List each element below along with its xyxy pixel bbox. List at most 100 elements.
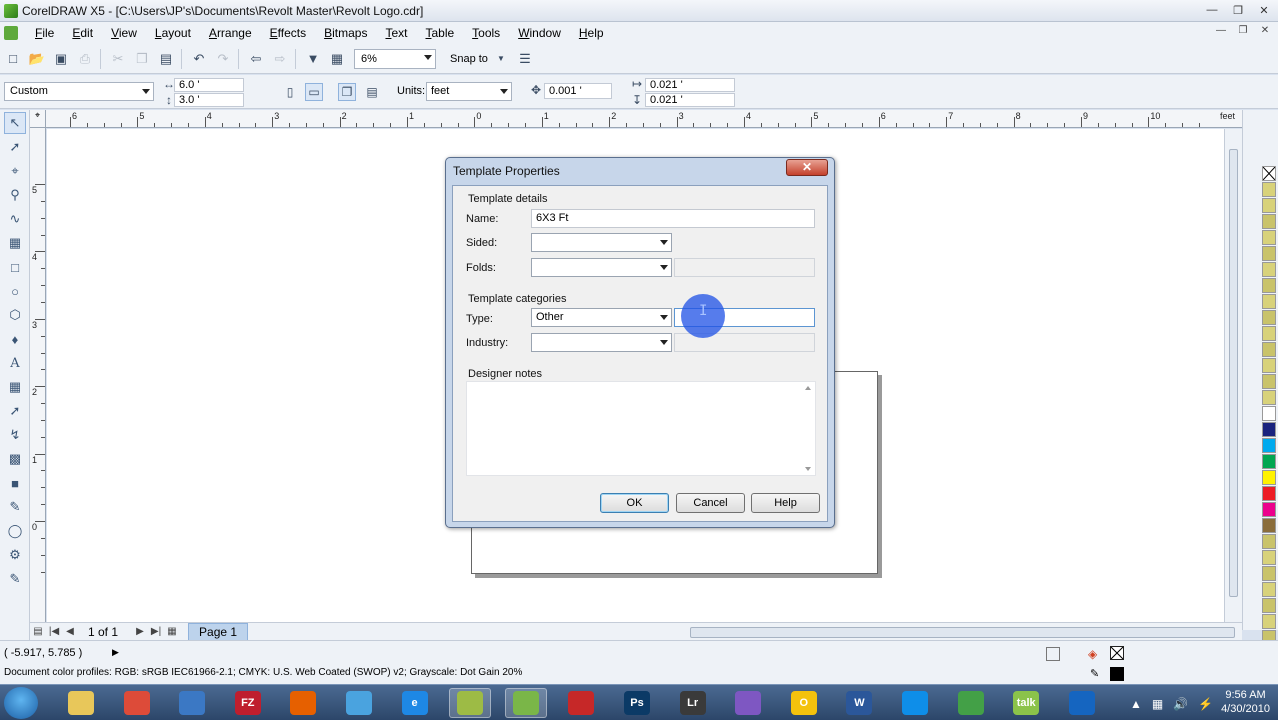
color-profiles-status[interactable]: Document color profiles: RGB: sRGB IEC61… (4, 667, 522, 678)
open-icon[interactable]: 📂 (26, 48, 48, 70)
menu-help[interactable]: Help (570, 26, 613, 40)
interactive-fill-tool-icon[interactable]: ✎ (4, 568, 26, 590)
print-icon[interactable]: ⎙ (74, 48, 96, 70)
polygon-tool-icon[interactable]: ⬡ (4, 304, 26, 326)
volume-icon[interactable]: 🔊 (1173, 697, 1188, 711)
type-combo[interactable]: Other (531, 308, 672, 327)
taskbar-people-icon[interactable] (950, 688, 992, 718)
duplicate-y-field[interactable]: 0.021 ' (645, 93, 735, 107)
taskbar-explorer-icon[interactable] (60, 688, 102, 718)
outline-tool-icon[interactable]: ◯ (4, 520, 26, 542)
outline-color-swatch[interactable] (1110, 667, 1124, 681)
zoom-tool-icon[interactable]: ⚲ (4, 184, 26, 206)
previous-page-icon[interactable]: ◀ (62, 626, 78, 637)
color-swatch[interactable] (1262, 310, 1276, 325)
horizontal-ruler[interactable]: 6 5 4 3 2 1 0 1 2 3 4 5 6 7 8 9 10 feet (46, 110, 1242, 128)
color-swatch[interactable] (1262, 534, 1276, 549)
color-swatch[interactable] (1262, 246, 1276, 261)
page-width-field[interactable]: 6.0 ' (174, 78, 244, 92)
menu-layout[interactable]: Layout (146, 26, 200, 40)
scroll-up-icon[interactable] (805, 386, 811, 390)
color-swatch[interactable] (1262, 262, 1276, 277)
taskbar-coreldraw-icon[interactable] (504, 688, 547, 718)
name-field[interactable]: 6X3 Ft (531, 209, 815, 228)
ok-button[interactable]: OK (600, 493, 669, 513)
landscape-icon[interactable]: ▭ (305, 83, 323, 101)
color-swatch[interactable] (1262, 214, 1276, 229)
connector-tool-icon[interactable]: ↯ (4, 424, 26, 446)
smart-fill-tool-icon[interactable]: ▦ (4, 232, 26, 254)
designer-notes-textarea[interactable] (466, 381, 816, 476)
fill-indicator-icon[interactable]: ◈ (1088, 647, 1102, 661)
all-pages-icon[interactable]: ❐ (338, 83, 356, 101)
redo-icon[interactable]: ↷ (212, 48, 234, 70)
add-page-icon[interactable]: ▦ (164, 626, 180, 637)
doc-close-button[interactable]: ✕ (1256, 25, 1274, 39)
paste-icon[interactable]: ▤ (155, 48, 177, 70)
options-icon[interactable]: ☰ (514, 48, 536, 70)
taskbar-thunderbird-icon[interactable] (171, 688, 213, 718)
taskbar-photoshop-icon[interactable]: Ps (616, 688, 658, 718)
clock[interactable]: 9:56 AM 4/30/2010 (1221, 688, 1270, 716)
color-swatch[interactable] (1262, 454, 1276, 469)
next-page-icon[interactable]: ▶ (132, 626, 148, 637)
taskbar-lightroom-icon[interactable]: Lr (672, 688, 714, 718)
import-icon[interactable]: ⇦ (245, 48, 267, 70)
units-combo[interactable]: feet (426, 82, 512, 101)
first-page-icon[interactable]: |◀ (46, 626, 62, 637)
doc-restore-button[interactable]: ❐ (1234, 25, 1252, 39)
color-swatch[interactable] (1262, 358, 1276, 373)
doc-minimize-button[interactable]: — (1212, 25, 1230, 39)
menu-file[interactable]: File (26, 26, 63, 40)
maximize-button[interactable]: ❐ (1226, 2, 1250, 18)
color-swatch[interactable] (1262, 326, 1276, 341)
start-button[interactable] (4, 687, 38, 719)
current-page-icon[interactable]: ▤ (363, 83, 381, 101)
minimize-button[interactable]: — (1200, 2, 1224, 18)
taskbar-picasa-icon[interactable] (727, 688, 769, 718)
portrait-icon[interactable]: ▯ (281, 83, 299, 101)
freehand-tool-icon[interactable]: ∿ (4, 208, 26, 230)
chevron-down-icon[interactable]: ▼ (490, 48, 512, 70)
close-button[interactable]: ✕ (1252, 2, 1276, 18)
application-launcher-icon[interactable]: ▼ (302, 48, 324, 70)
horizontal-scrollbar[interactable] (680, 627, 1240, 638)
copy-icon[interactable]: ❐ (131, 48, 153, 70)
fill-none-swatch[interactable] (1110, 646, 1124, 660)
cut-icon[interactable]: ✂ (107, 48, 129, 70)
vertical-ruler[interactable]: 5 4 3 2 1 0 (30, 128, 46, 622)
shape-tool-icon[interactable]: ➚ (4, 136, 26, 158)
export-icon[interactable]: ⇨ (269, 48, 291, 70)
taskbar-gtalk-icon[interactable]: talk (1005, 688, 1047, 718)
crop-tool-icon[interactable]: ⌖ (4, 160, 26, 182)
blend-tool-icon[interactable]: ▩ (4, 448, 26, 470)
undo-icon[interactable]: ↶ (188, 48, 210, 70)
color-swatch[interactable] (1262, 502, 1276, 517)
color-swatch[interactable] (1262, 486, 1276, 501)
color-swatch[interactable] (1262, 374, 1276, 389)
color-swatch[interactable] (1262, 582, 1276, 597)
color-swatch[interactable] (1262, 422, 1276, 437)
transparency-tool-icon[interactable]: ■ (4, 472, 26, 494)
color-swatch[interactable] (1262, 230, 1276, 245)
scroll-down-icon[interactable] (805, 467, 811, 471)
menu-text[interactable]: Text (376, 26, 416, 40)
taskbar-screen-capture-icon[interactable] (560, 688, 602, 718)
power-icon[interactable]: ⚡ (1198, 697, 1213, 711)
document-icon[interactable] (4, 26, 18, 40)
color-swatch[interactable] (1262, 614, 1276, 629)
folds-combo[interactable] (531, 258, 672, 277)
menu-view[interactable]: View (102, 26, 146, 40)
rectangle-tool-icon[interactable]: □ (4, 256, 26, 278)
page-tab[interactable]: Page 1 (188, 622, 249, 641)
duplicate-x-field[interactable]: 0.021 ' (645, 78, 735, 92)
menu-edit[interactable]: Edit (63, 26, 102, 40)
color-swatch[interactable] (1262, 294, 1276, 309)
table-tool-icon[interactable]: ▦ (4, 376, 26, 398)
show-hidden-icons-icon[interactable]: ▲ (1130, 697, 1142, 711)
color-swatch[interactable] (1262, 438, 1276, 453)
color-swatch[interactable] (1262, 278, 1276, 293)
welcome-screen-icon[interactable]: ▦ (326, 48, 348, 70)
color-swatch[interactable] (1262, 598, 1276, 613)
taskbar-outlook-icon[interactable]: O (783, 688, 825, 718)
